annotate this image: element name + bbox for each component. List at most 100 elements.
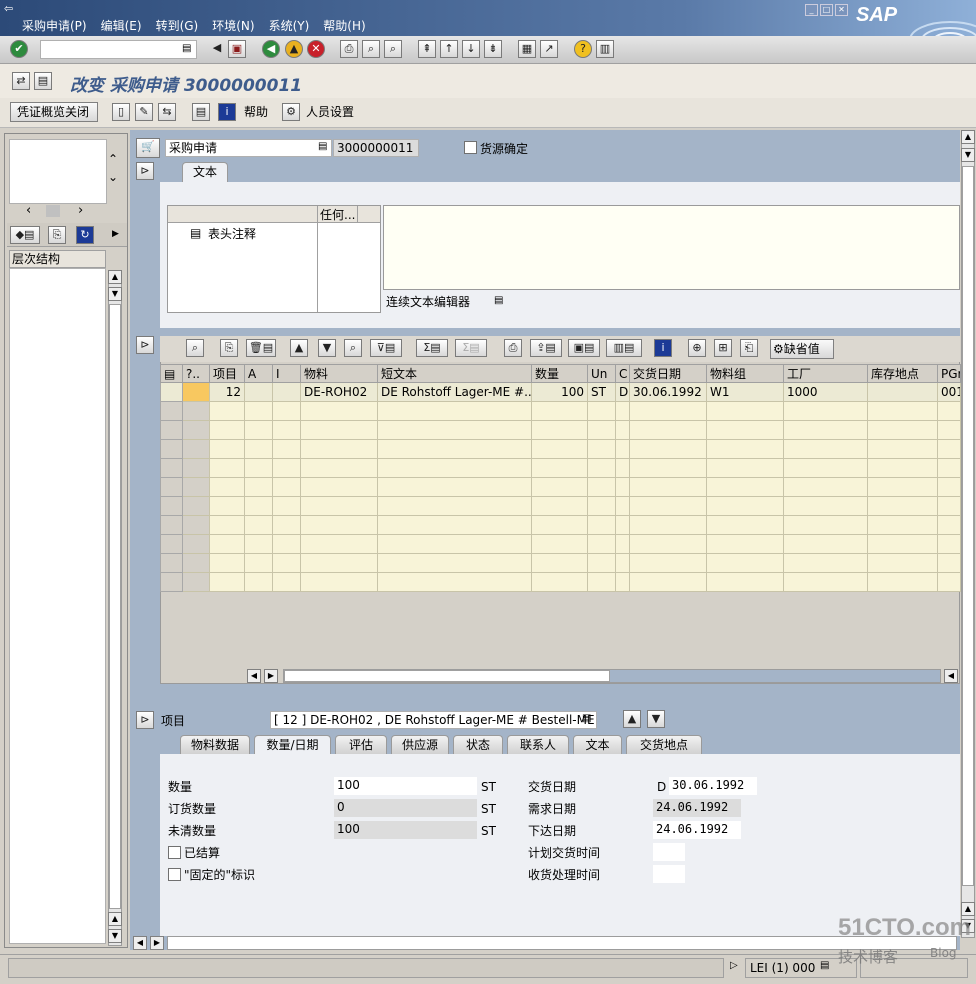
tab-detail-7[interactable]: 交货地点 [626, 735, 702, 755]
table-cell[interactable] [182, 572, 210, 592]
table-cell[interactable] [272, 515, 301, 535]
table-cell[interactable] [377, 515, 532, 535]
table-cell[interactable] [272, 382, 301, 402]
document-overview-off-button[interactable]: 凭证概览关闭 [10, 102, 98, 122]
first-page-icon[interactable]: ⇞ [418, 40, 436, 58]
table-cell[interactable] [706, 553, 784, 573]
table-cell[interactable] [272, 496, 301, 516]
table-cell[interactable] [783, 439, 868, 459]
default-values-button[interactable]: ⚙缺省值 [770, 339, 834, 359]
table-cell[interactable] [244, 458, 273, 478]
grid-column-header[interactable]: PGr [937, 364, 961, 383]
other-document-icon[interactable]: ▤ [34, 72, 52, 90]
table-cell[interactable] [629, 439, 707, 459]
table-cell[interactable] [531, 420, 588, 440]
table-cell[interactable] [300, 458, 378, 478]
grid-subtotal-icon[interactable]: Σ▤ [455, 339, 487, 357]
table-cell[interactable]: 001 [937, 382, 961, 402]
table-cell[interactable] [272, 458, 301, 478]
table-cell[interactable] [867, 477, 938, 497]
table-cell[interactable] [629, 458, 707, 478]
table-cell[interactable] [629, 496, 707, 516]
table-cell[interactable] [706, 439, 784, 459]
grid-print-icon[interactable]: ⎙ [504, 339, 522, 357]
previous-page-icon[interactable]: ↑ [440, 40, 458, 58]
table-cell[interactable] [783, 534, 868, 554]
table-cell[interactable] [867, 496, 938, 516]
grid-info-icon[interactable]: i [654, 339, 672, 357]
table-cell[interactable] [182, 420, 210, 440]
tab-detail-6[interactable]: 文本 [573, 735, 622, 755]
table-cell[interactable] [867, 534, 938, 554]
hierarchy-scroll-down-top[interactable]: ▼ [108, 287, 122, 301]
table-cell[interactable] [867, 420, 938, 440]
table-cell[interactable] [377, 458, 532, 478]
release-date-field[interactable]: 24.06.1992 [653, 821, 741, 839]
grid-column-header[interactable]: 物料组 [706, 364, 784, 383]
table-cell[interactable] [629, 515, 707, 535]
print-icon[interactable]: ⎙ [340, 40, 358, 58]
content-scroll-up[interactable]: ▲ [961, 130, 975, 144]
next-page-icon[interactable]: ↓ [462, 40, 480, 58]
table-cell[interactable] [244, 420, 273, 440]
grid-sum-icon[interactable]: Σ▤ [416, 339, 448, 357]
table-cell[interactable] [244, 515, 273, 535]
table-cell[interactable] [783, 420, 868, 440]
table-cell[interactable] [587, 401, 616, 421]
table-cell[interactable] [531, 477, 588, 497]
cancel-red-icon[interactable]: ✕ [307, 40, 325, 58]
table-cell[interactable]: W1 [706, 382, 784, 402]
table-cell[interactable] [587, 572, 616, 592]
table-cell[interactable] [783, 515, 868, 535]
document-type-help-icon[interactable]: ▤ [318, 141, 327, 152]
table-cell[interactable] [867, 553, 938, 573]
table-cell[interactable] [629, 572, 707, 592]
table-cell[interactable] [244, 496, 273, 516]
content-scroll-thumb[interactable] [962, 166, 974, 886]
table-cell[interactable] [300, 515, 378, 535]
grid-column-header[interactable]: 数量 [531, 364, 588, 383]
tab-detail-2[interactable]: 评估 [335, 735, 387, 755]
previous-item-icon[interactable]: ▲ [623, 710, 641, 728]
header-note-item[interactable]: 表头注释 [208, 226, 256, 242]
grid-copy-row-icon[interactable]: ⎘ [220, 339, 238, 357]
grid-column-header[interactable]: C [615, 364, 630, 383]
table-cell[interactable] [209, 515, 245, 535]
command-field[interactable] [40, 40, 197, 59]
grid-column-header[interactable]: 库存地点 [867, 364, 938, 383]
table-cell[interactable] [209, 572, 245, 592]
table-cell[interactable] [272, 439, 301, 459]
table-cell[interactable]: 1000 [783, 382, 868, 402]
tab-detail-5[interactable]: 联系人 [507, 735, 569, 755]
table-cell[interactable] [706, 534, 784, 554]
table-cell[interactable] [182, 477, 210, 497]
hierarchy-scroll-up-bottom[interactable]: ▲ [108, 912, 122, 926]
table-cell[interactable] [272, 553, 301, 573]
find-icon[interactable]: ⌕ [362, 40, 380, 58]
personal-settings-icon[interactable]: ⚙ [282, 103, 300, 121]
command-field-history-icon[interactable]: ▤ [182, 43, 191, 54]
create-icon[interactable]: ▯ [112, 103, 130, 121]
grid-view-icon[interactable]: ▣▤ [568, 339, 600, 357]
header-collapse-icon[interactable]: ⊳ [136, 162, 154, 180]
new-session-icon[interactable]: ▦ [518, 40, 536, 58]
table-row[interactable] [160, 496, 961, 516]
planned-delivery-time-field[interactable] [653, 843, 685, 861]
table-cell[interactable] [937, 496, 961, 516]
row-selector[interactable] [160, 477, 183, 497]
table-cell[interactable] [272, 572, 301, 592]
overview-expand-icon[interactable]: ▶ [112, 229, 119, 239]
table-cell[interactable] [587, 420, 616, 440]
grid-column-header[interactable]: 交货日期 [629, 364, 707, 383]
table-cell[interactable] [587, 534, 616, 554]
table-cell[interactable] [244, 534, 273, 554]
delivery-date-field[interactable]: 30.06.1992 [669, 777, 757, 795]
table-cell[interactable] [531, 496, 588, 516]
table-cell[interactable] [615, 458, 630, 478]
table-cell[interactable]: 12 [209, 382, 245, 402]
grid-export-icon[interactable]: ⇪▤ [530, 339, 562, 357]
grid-find-icon[interactable]: ⌕ [344, 339, 362, 357]
table-cell[interactable] [615, 496, 630, 516]
table-cell[interactable]: DE Rohstoff Lager-ME #... [377, 382, 532, 402]
table-cell[interactable] [937, 515, 961, 535]
